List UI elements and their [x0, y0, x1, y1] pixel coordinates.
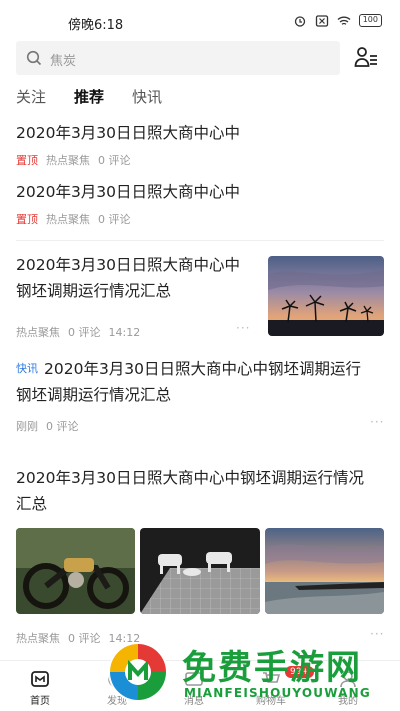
news-title: 2020年3月30日日照大商中心中 钢坯调期运行情况汇总: [16, 252, 261, 304]
battery-icon: 100: [358, 14, 382, 27]
news-meta: 刚刚 0 评论: [16, 418, 79, 434]
title-line: 2020年3月30日日照大商中心中: [16, 256, 241, 274]
wifi-icon: [337, 16, 351, 25]
news-title: 2020年3月30日日照大商中心中钢坯调期运行情况 汇总: [16, 465, 386, 517]
more-options-icon[interactable]: ···: [236, 321, 250, 335]
news-meta: 热点聚焦 0 评论 14:12: [16, 324, 140, 340]
title-line: 汇总: [16, 495, 48, 513]
news-title: 2020年3月30日日照大商中心中: [16, 124, 241, 142]
tab-flash[interactable]: 快讯: [132, 86, 162, 107]
news-source: 热点聚焦: [46, 154, 90, 167]
news-source: 热点聚焦: [46, 213, 90, 226]
pinned-badge: 置顶: [16, 213, 38, 226]
flash-badge: 快讯: [16, 362, 38, 375]
no-sim-icon: [315, 14, 328, 27]
news-source: 热点聚焦: [16, 326, 60, 339]
nav-home[interactable]: 首页: [15, 669, 65, 707]
watermark-title: 免费手游网: [182, 648, 362, 688]
category-tabs: 关注 推荐 快讯: [16, 86, 162, 107]
news-title: 2020年3月30日日照大商中心中: [16, 183, 241, 201]
news-thumbnail-motorcycle: [16, 528, 135, 614]
news-thumbnail-sunset-palms: [268, 256, 384, 336]
watermark-subtitle: MIANFEISHOUYOUWANG: [184, 686, 371, 700]
publish-time: 刚刚: [16, 420, 38, 433]
comment-count: 0 评论: [68, 326, 101, 339]
search-icon: [26, 50, 42, 66]
news-thumbnail-figurines: [140, 528, 260, 614]
news-meta: 置顶 热点聚焦 0 评论: [16, 211, 131, 227]
more-options-icon[interactable]: ···: [370, 415, 384, 429]
status-bar: 傍晚6:18 100: [0, 0, 400, 40]
title-line: 钢坯调期运行情况汇总: [16, 282, 172, 300]
watermark-logo: [108, 642, 168, 702]
comment-count: 0 评论: [46, 420, 79, 433]
title-line: 钢坯调期运行情况汇总: [16, 386, 172, 404]
comment-count: 0 评论: [98, 154, 131, 167]
search-input[interactable]: 焦炭: [16, 41, 340, 75]
divider: [16, 240, 384, 241]
search-placeholder: 焦炭: [50, 54, 77, 69]
tab-recommend[interactable]: 推荐: [74, 86, 104, 107]
title-line: 2020年3月30日日照大商中心中钢坯调期运行情况: [16, 469, 365, 487]
publish-time: 14:12: [108, 325, 141, 339]
alarm-icon: [294, 15, 305, 27]
pinned-badge: 置顶: [16, 154, 38, 167]
user-list-icon[interactable]: [354, 46, 378, 68]
tab-follow[interactable]: 关注: [16, 86, 46, 107]
status-icons: 100: [293, 14, 382, 27]
home-icon: [31, 671, 49, 687]
news-thumbnail-seaside: [265, 528, 384, 614]
title-line: 快讯 2020年3月30日日照大商中心中钢坯调期运行: [16, 356, 384, 382]
news-meta: 置顶 热点聚焦 0 评论: [16, 152, 131, 168]
nav-label: 首页: [30, 696, 50, 707]
news-source: 热点聚焦: [16, 632, 60, 645]
comment-count: 0 评论: [68, 632, 101, 645]
comment-count: 0 评论: [98, 213, 131, 226]
site-watermark: 免费手游网 MIANFEISHOUYOUWANG: [100, 636, 400, 711]
status-time: 傍晚6:18: [68, 18, 124, 33]
news-title: 快讯 2020年3月30日日照大商中心中钢坯调期运行 钢坯调期运行情况汇总: [16, 356, 384, 408]
title-text: 2020年3月30日日照大商中心中钢坯调期运行: [44, 360, 362, 378]
